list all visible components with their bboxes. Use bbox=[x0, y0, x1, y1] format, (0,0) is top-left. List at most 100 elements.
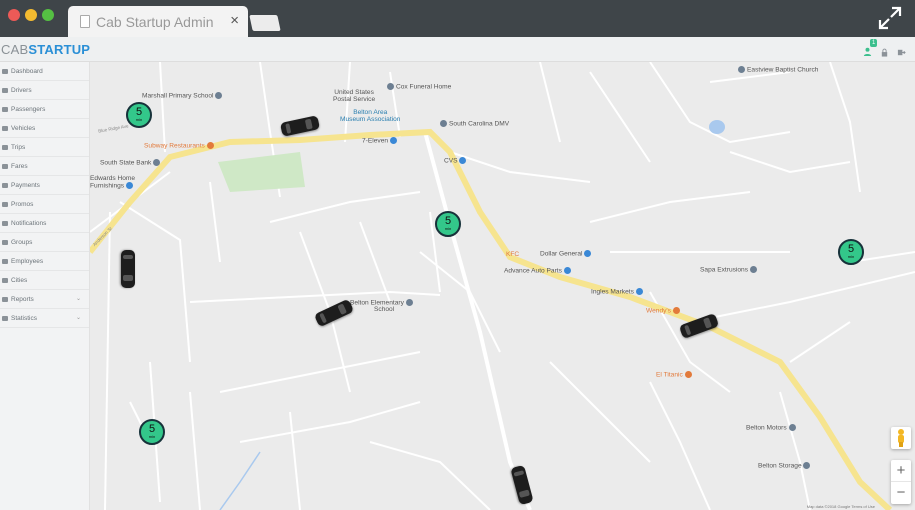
map-label-text: Furnishings bbox=[90, 182, 125, 190]
zoom-out-button[interactable]: − bbox=[891, 482, 911, 504]
map-label-text: United States bbox=[334, 89, 374, 96]
store-icon bbox=[563, 267, 571, 274]
driver-eta-pin[interactable]: 5 min bbox=[435, 211, 461, 245]
map-label-text: Museum Association bbox=[340, 116, 401, 123]
sidebar-item-reports[interactable]: Reports ⌄ bbox=[0, 290, 89, 309]
sidebar-item-vehicles[interactable]: Vehicles bbox=[0, 119, 89, 138]
sidebar-item-trips[interactable]: Trips bbox=[0, 138, 89, 157]
reports-icon bbox=[2, 296, 8, 302]
employees-icon bbox=[2, 258, 8, 264]
drivers-icon bbox=[2, 87, 8, 93]
map-label-text: School bbox=[374, 306, 395, 314]
notification-badge: 1 bbox=[870, 39, 878, 47]
map-label-advance-auto[interactable]: Advance Auto Parts bbox=[504, 267, 573, 274]
browser-window: Cab Startup Admin × CABSTARTUP 1 Dashboa… bbox=[0, 0, 915, 510]
sidebar-item-label: Cities bbox=[11, 276, 28, 284]
driver-eta-pin[interactable]: 5 min bbox=[838, 239, 864, 273]
trips-icon bbox=[2, 144, 8, 150]
map-label-post-office[interactable]: United States Postal Service bbox=[333, 89, 375, 103]
map-label-belton-motors[interactable]: Belton Motors bbox=[746, 424, 798, 431]
dashboard-icon bbox=[2, 68, 8, 74]
minimize-window-button[interactable] bbox=[25, 9, 37, 21]
map-label-text: Sapa Extrusions bbox=[700, 266, 749, 274]
browser-tab[interactable]: Cab Startup Admin × bbox=[68, 6, 248, 37]
map-label-seven-eleven[interactable]: 7-Eleven bbox=[362, 137, 399, 144]
map-label-text: Belton Elementary bbox=[350, 299, 404, 307]
map-label-cvs[interactable]: CVS bbox=[444, 157, 468, 164]
expand-icon[interactable] bbox=[877, 5, 903, 31]
map-label-text: Wendy's bbox=[646, 307, 671, 315]
car-marker[interactable] bbox=[121, 250, 135, 288]
map-roads bbox=[90, 62, 915, 510]
sidebar-item-dashboard[interactable]: Dashboard bbox=[0, 62, 89, 81]
bell-icon bbox=[2, 220, 8, 226]
car-windshield bbox=[123, 275, 133, 281]
sidebar-item-passengers[interactable]: Passengers bbox=[0, 100, 89, 119]
header-actions: 1 bbox=[863, 39, 906, 61]
sidebar-item-fares[interactable]: Fares bbox=[0, 157, 89, 176]
map-label-belton-elementary[interactable]: Belton Elementary School bbox=[350, 299, 415, 313]
logout-icon[interactable] bbox=[897, 48, 906, 57]
browser-titlebar: Cab Startup Admin × bbox=[0, 0, 915, 37]
sidebar-item-groups[interactable]: Groups bbox=[0, 233, 89, 252]
map-label-belton-storage[interactable]: Belton Storage bbox=[758, 462, 812, 469]
pharmacy-icon bbox=[459, 157, 467, 164]
map-label-sapa[interactable]: Sapa Extrusions bbox=[700, 266, 759, 273]
map-label-subway[interactable]: Subway Restaurants bbox=[144, 142, 216, 149]
sidebar-item-statistics[interactable]: Statistics ⌄ bbox=[0, 309, 89, 328]
map-label-belton-museum[interactable]: Belton Area Museum Association bbox=[340, 109, 400, 123]
logo-part-startup: STARTUP bbox=[28, 42, 91, 57]
map-label-cox[interactable]: Cox Funeral Home bbox=[387, 83, 451, 90]
map-label-eastview[interactable]: Eastview Baptist Church bbox=[738, 66, 818, 73]
sidebar-item-payments[interactable]: Payments bbox=[0, 176, 89, 195]
map-view[interactable]: Eastview Baptist Church Marshall Primary… bbox=[90, 62, 915, 510]
close-window-button[interactable] bbox=[8, 9, 20, 21]
pin-circle: 5 min bbox=[126, 102, 152, 128]
sidebar-item-label: Promos bbox=[11, 200, 34, 208]
street-view-pegman-icon[interactable] bbox=[891, 427, 911, 449]
map-label-kfc[interactable]: KFC bbox=[506, 251, 519, 258]
new-tab-button[interactable] bbox=[249, 15, 281, 31]
sidebar-item-label: Groups bbox=[11, 238, 33, 246]
school-icon bbox=[215, 92, 223, 99]
sidebar-item-label: Fares bbox=[11, 162, 28, 170]
storage-icon bbox=[803, 462, 811, 469]
sidebar-item-label: Trips bbox=[11, 143, 26, 151]
pin-eta-unit: min bbox=[847, 254, 855, 259]
map-label-marshall[interactable]: Marshall Primary School bbox=[142, 92, 224, 99]
map-label-ingles[interactable]: Ingles Markets bbox=[591, 288, 645, 295]
map-label-state-bank[interactable]: South State Bank bbox=[100, 159, 162, 166]
map-label-dmv[interactable]: South Carolina DMV bbox=[440, 120, 509, 127]
grocery-icon bbox=[635, 288, 643, 295]
sidebar-item-employees[interactable]: Employees bbox=[0, 252, 89, 271]
app-logo[interactable]: CABSTARTUP bbox=[1, 42, 90, 57]
park bbox=[218, 152, 305, 192]
sidebar-item-cities[interactable]: Cities bbox=[0, 271, 89, 290]
car-rear-window bbox=[123, 255, 133, 259]
chevron-down-icon: ⌄ bbox=[75, 315, 81, 321]
tab-close-icon[interactable]: × bbox=[230, 12, 239, 29]
passengers-icon bbox=[2, 106, 8, 112]
map-label-text: Eastview Baptist Church bbox=[747, 66, 819, 74]
map-label-text: CVS bbox=[444, 157, 458, 165]
zoom-in-button[interactable]: + bbox=[891, 460, 911, 482]
driver-eta-pin[interactable]: 5 min bbox=[139, 419, 165, 453]
map-attribution[interactable]: Map data ©2018 Google Terms of Use bbox=[807, 504, 875, 509]
car-icon bbox=[2, 125, 8, 131]
map-label-el-titanic[interactable]: El Titanic bbox=[656, 371, 694, 378]
restaurant-icon bbox=[684, 371, 692, 378]
sidebar-item-promos[interactable]: Promos bbox=[0, 195, 89, 214]
map-label-dollar-general[interactable]: Dollar General bbox=[540, 250, 593, 257]
sidebar-item-drivers[interactable]: Drivers bbox=[0, 81, 89, 100]
sidebar-item-label: Dashboard bbox=[11, 67, 43, 75]
maximize-window-button[interactable] bbox=[42, 9, 54, 21]
map-label-wendys[interactable]: Wendy's bbox=[646, 307, 682, 314]
notifications-button[interactable]: 1 bbox=[863, 39, 878, 61]
pond bbox=[709, 120, 725, 134]
map-label-text: South Carolina DMV bbox=[449, 120, 510, 128]
sidebar-item-notifications[interactable]: Notifications bbox=[0, 214, 89, 233]
map-label-furnishings[interactable]: Edwards Home Furnishings bbox=[90, 175, 135, 189]
driver-eta-pin[interactable]: 5 min bbox=[126, 102, 152, 136]
lock-icon[interactable] bbox=[880, 48, 889, 57]
promos-icon bbox=[2, 201, 8, 207]
